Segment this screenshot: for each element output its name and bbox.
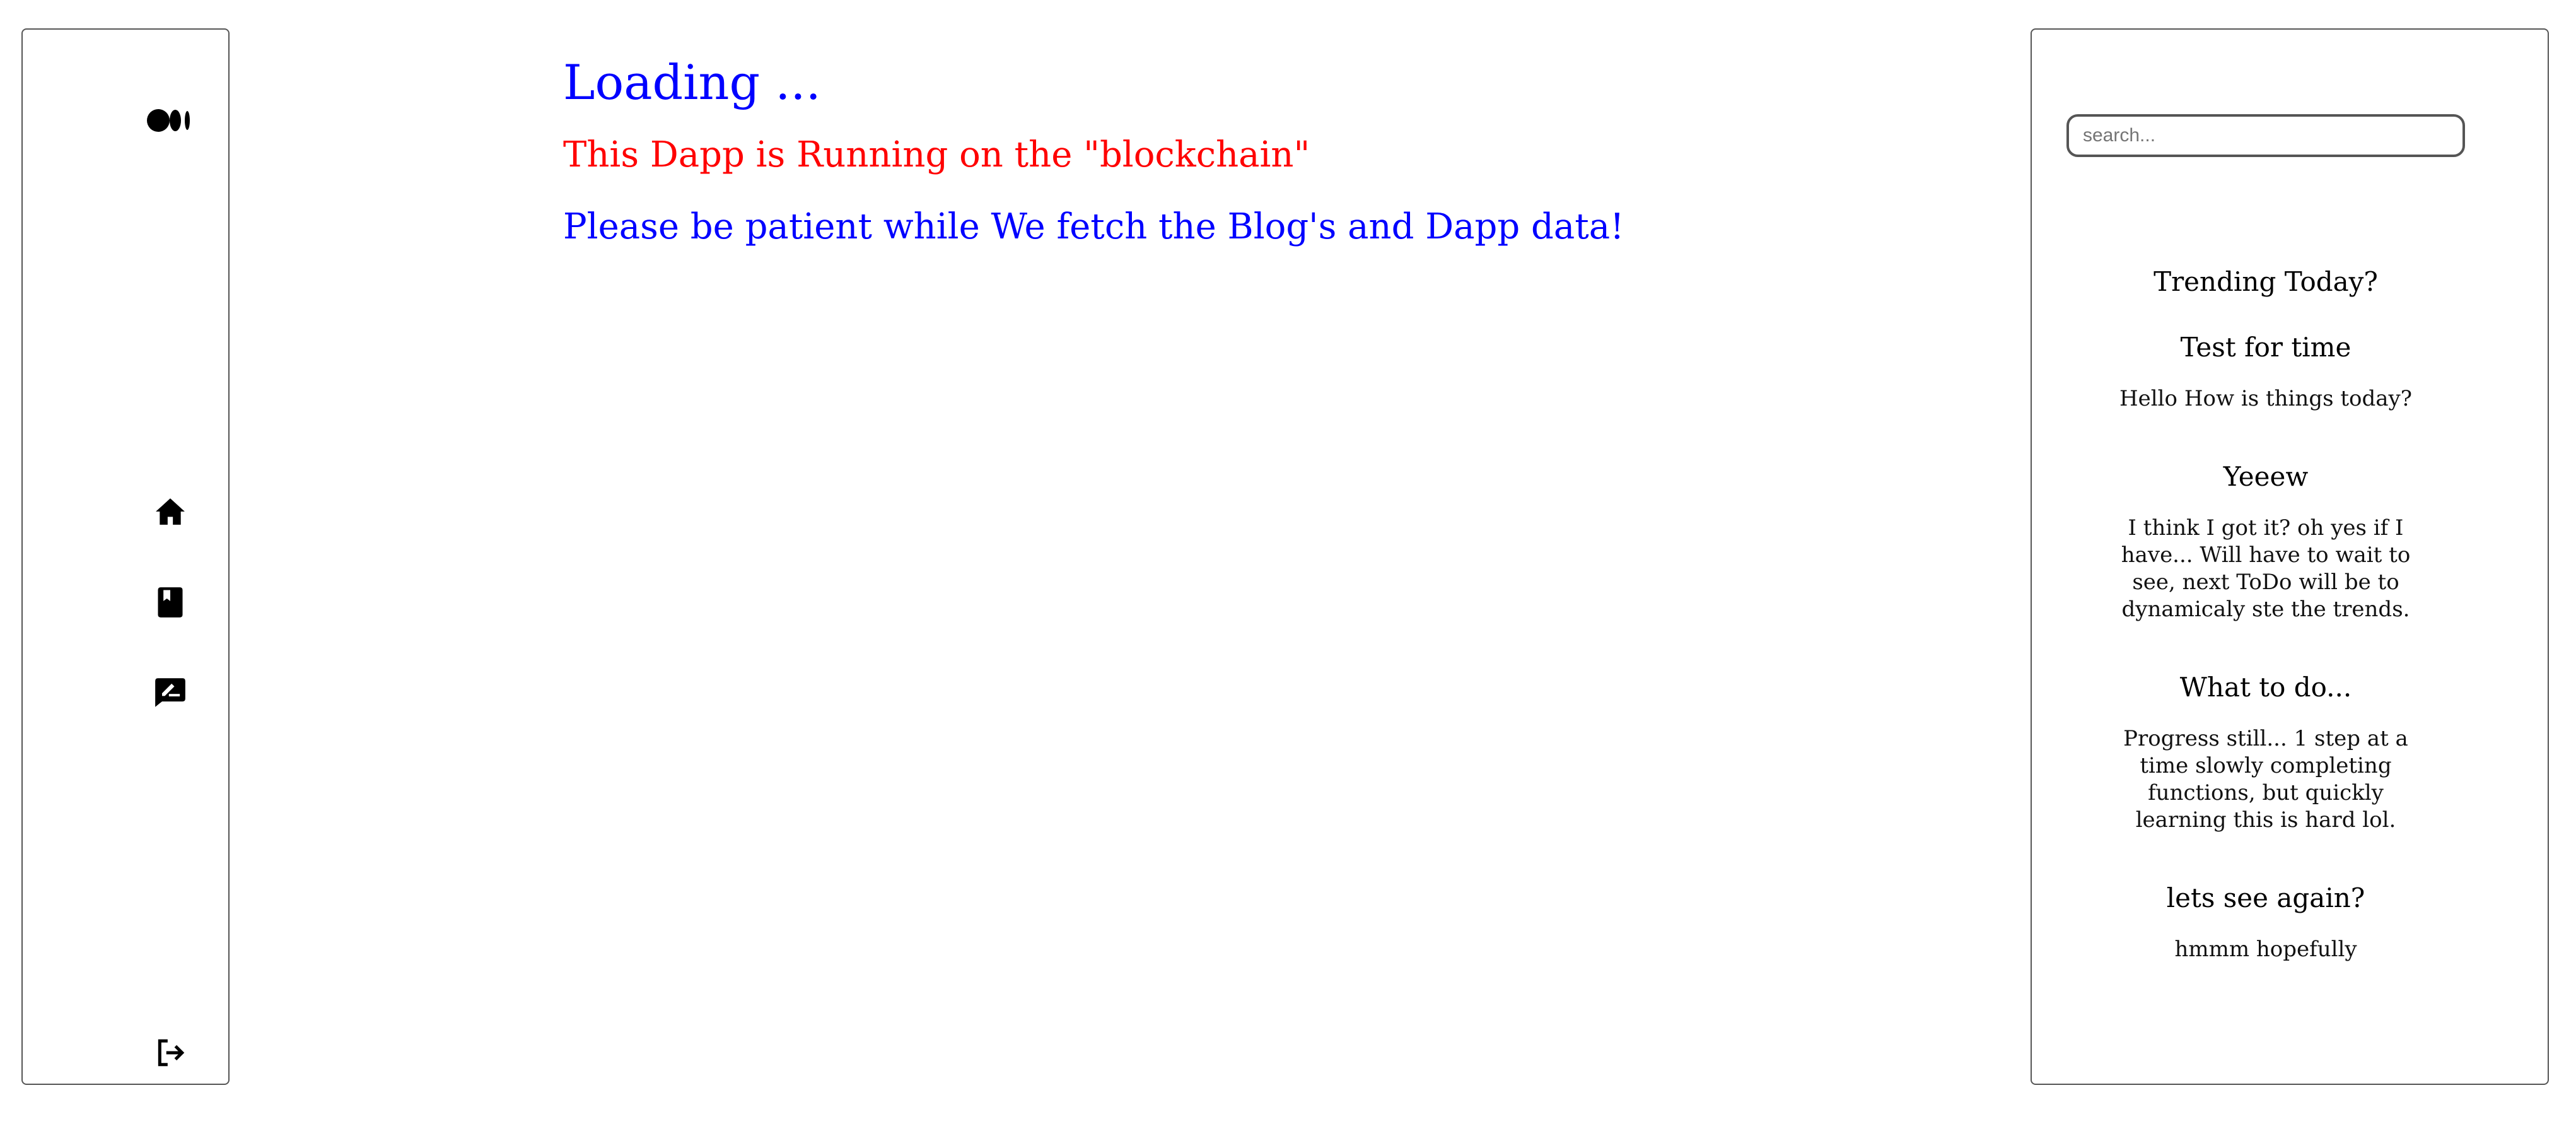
post-title: Yeeew (2223, 461, 2309, 492)
medium-logo-icon[interactable] (144, 100, 195, 141)
trending-post[interactable]: Test for time Hello How is things today? (2032, 329, 2500, 413)
loading-title: Loading ... (563, 54, 821, 110)
post-body: Progress still... 1 step at a time slowl… (2123, 726, 2408, 833)
trending-title: Trending Today? (2153, 266, 2378, 297)
trending-post[interactable]: What to do... Progress still... 1 step a… (2032, 669, 2500, 834)
book-icon[interactable] (150, 582, 190, 623)
search-input[interactable] (2066, 114, 2465, 157)
left-sidebar (21, 28, 230, 1085)
post-body: I think I got it? oh yes if I have... Wi… (2121, 515, 2411, 622)
post-body: Hello How is things today? (2119, 386, 2412, 411)
logout-icon[interactable] (150, 1033, 190, 1073)
app-page: Loading ... This Dapp is Running on the … (0, 0, 2576, 1136)
blockchain-notice: This Dapp is Running on the "blockchain" (563, 134, 1310, 175)
post-title: lets see again? (2166, 882, 2365, 913)
post-title: Test for time (2180, 332, 2352, 363)
main-content: Loading ... This Dapp is Running on the … (563, 48, 1950, 252)
right-sidebar: Trending Today? Test for time Hello How … (2031, 28, 2549, 1085)
rate-review-icon[interactable] (150, 672, 190, 713)
post-title: What to do... (2179, 672, 2352, 703)
patience-notice: Please be patient while We fetch the Blo… (563, 206, 1624, 247)
home-icon[interactable] (150, 491, 190, 532)
trending-section: Trending Today? Test for time Hello How … (2032, 263, 2500, 963)
trending-post[interactable]: Yeeew I think I got it? oh yes if I have… (2032, 458, 2500, 623)
trending-post[interactable]: lets see again? hmmm hopefully (2032, 879, 2500, 963)
post-body: hmmm hopefully (2174, 937, 2357, 962)
